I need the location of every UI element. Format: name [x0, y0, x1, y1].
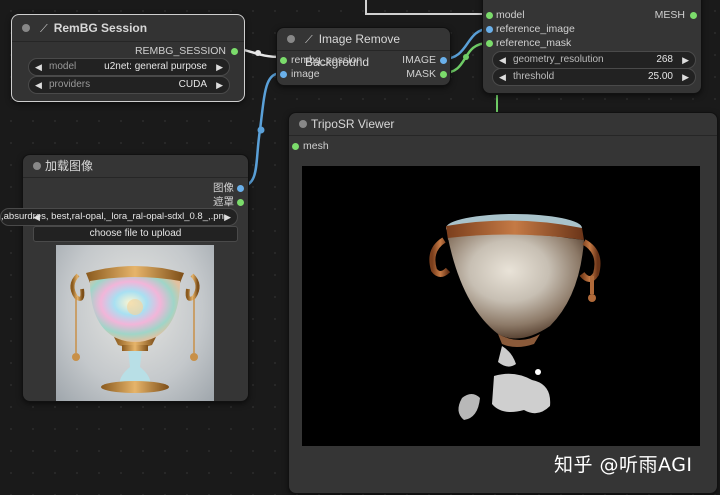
triposr-sampler-node[interactable]: model MESH reference_image reference_mas… — [482, 0, 702, 94]
pen-icon: ⟋ — [40, 23, 48, 35]
mask-output-label: MASK — [406, 68, 436, 80]
arrow-left-icon[interactable]: ◀ — [499, 52, 506, 68]
triposr-viewer-title: TripoSR Viewer — [311, 117, 395, 131]
upload-button[interactable]: choose file to upload — [33, 226, 238, 242]
node-collapse-dot[interactable] — [299, 120, 307, 128]
mask-output-socket[interactable] — [237, 199, 244, 206]
rembg-session-output-socket[interactable] — [231, 48, 238, 55]
arrow-left-icon[interactable]: ◀ — [35, 59, 42, 75]
image-output-socket[interactable] — [440, 57, 447, 64]
model-value: u2net: general purpose — [104, 61, 207, 72]
load-image-title: 加载图像 — [45, 159, 94, 173]
pen-icon: ⟋ — [305, 34, 313, 46]
providers-label: providers — [49, 79, 91, 90]
threshold-stepper[interactable]: ◀ threshold 25.00 ▶ — [492, 68, 696, 86]
reference-mask-input-label: reference_mask — [496, 37, 572, 49]
arrow-right-icon[interactable]: ▶ — [216, 77, 223, 93]
model-dropdown[interactable]: ◀ model u2net: general purpose ▶ — [28, 58, 230, 76]
mesh-input-label: mesh — [303, 140, 329, 152]
model-input-label: model — [496, 9, 525, 21]
rembg-session-node[interactable]: ⟋ RemBG Session REMBG_SESSION ◀ model u2n… — [11, 14, 245, 102]
model-input-socket[interactable] — [486, 12, 493, 19]
remove-background-node[interactable]: ⟋ Image Remove Background rembg_session I… — [276, 27, 451, 86]
wire-model-in — [365, 0, 489, 15]
arrow-right-icon[interactable]: ▶ — [216, 59, 223, 75]
rembg-session-title: RemBG Session — [53, 21, 148, 35]
wire-mask-midpoint — [463, 54, 469, 60]
image-file-value: ,absurdres, best,ral-opal,_lora_ral-opal… — [1, 211, 225, 222]
threshold-label: threshold — [513, 71, 555, 82]
mesh-render — [429, 214, 601, 420]
chalice-illustration — [70, 266, 200, 393]
providers-value: CUDA — [178, 79, 207, 90]
reference-image-input-label: reference_image — [496, 23, 575, 35]
image-preview — [56, 245, 214, 401]
image-output-label: 图像 — [213, 182, 234, 194]
triposr-viewer-node[interactable]: TripoSR Viewer mesh — [288, 112, 718, 494]
mesh-viewport[interactable] — [302, 166, 700, 446]
arrow-left-icon[interactable]: ◀ — [499, 69, 506, 85]
load-image-title-bar[interactable]: 加载图像 — [23, 155, 248, 178]
geometry-resolution-value: 268 — [656, 54, 673, 65]
wire-image-midpoint — [257, 126, 265, 134]
model-label: model — [49, 61, 77, 72]
remove-background-title-bar[interactable]: ⟋ Image Remove Background — [277, 28, 450, 69]
threshold-value: 25.00 — [647, 71, 673, 82]
mask-output-socket[interactable] — [440, 71, 447, 78]
watermark: 知乎 @听雨AGI — [554, 454, 693, 476]
rembg-session-output-label: REMBG_SESSION — [134, 45, 226, 57]
geometry-resolution-label: geometry_resolution — [513, 54, 604, 65]
triposr-viewer-title-bar[interactable]: TripoSR Viewer — [289, 113, 717, 136]
image-output-label: IMAGE — [402, 54, 436, 66]
providers-dropdown[interactable]: ◀ providers CUDA ▶ — [28, 76, 230, 94]
load-image-node[interactable]: 加载图像 图像 遮罩 ◀ ,absurdres, best,ral-opal,_… — [0, 154, 249, 402]
mesh-output-label: MESH — [654, 9, 685, 21]
node-collapse-dot[interactable] — [22, 24, 30, 32]
image-input-socket[interactable] — [280, 71, 287, 78]
wire-session-midpoint — [255, 50, 261, 56]
arrow-left-icon[interactable]: ◀ — [35, 77, 42, 93]
arrow-right-icon[interactable]: ▶ — [224, 209, 231, 225]
reference-mask-input-socket[interactable] — [486, 40, 493, 47]
arrow-right-icon[interactable]: ▶ — [682, 52, 689, 68]
rembg-session-title-bar[interactable]: ⟋ RemBG Session — [12, 15, 244, 42]
image-input-label: image — [291, 68, 320, 80]
mesh-output-socket[interactable] — [690, 12, 697, 19]
node-collapse-dot[interactable] — [33, 162, 41, 170]
reference-image-input-socket[interactable] — [486, 26, 493, 33]
mask-output-label: 遮罩 — [213, 196, 234, 208]
rembg-session-input-socket[interactable] — [280, 57, 287, 64]
arrow-right-icon[interactable]: ▶ — [682, 69, 689, 85]
image-file-dropdown[interactable]: ◀ ,absurdres, best,ral-opal,_lora_ral-op… — [0, 208, 238, 226]
node-collapse-dot[interactable] — [287, 35, 295, 43]
rembg-session-input-label: rembg_session — [291, 54, 363, 66]
mesh-input-socket[interactable] — [292, 143, 299, 150]
image-output-socket[interactable] — [237, 185, 244, 192]
geometry-resolution-stepper[interactable]: ◀ geometry_resolution 268 ▶ — [492, 51, 696, 69]
